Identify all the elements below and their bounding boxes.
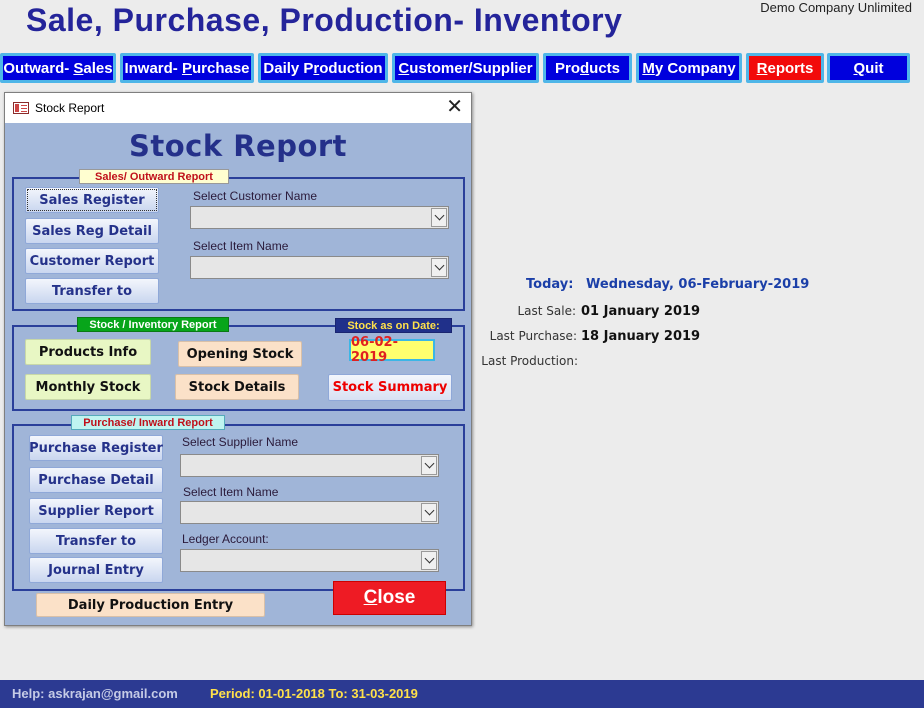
nav-label: My Company [642,59,736,77]
period-range: Period: 01-01-2018 To: 31-03-2019 [210,686,418,701]
purchase-transfer-to-button[interactable]: Transfer to [29,528,163,554]
customer-name-label: Select Customer Name [193,189,318,203]
nav-outward-sales-button[interactable]: Outward- Sales [0,53,116,83]
journal-entry-button[interactable]: Journal Entry [29,557,163,583]
nav-customer-supplier-button[interactable]: Customer/Supplier [392,53,539,83]
sales-reg-detail-button[interactable]: Sales Reg Detail [25,218,159,244]
ledger-account-select[interactable] [180,549,439,572]
sales-register-button[interactable]: Sales Register [25,187,159,213]
nav-label: Daily Production [263,59,383,77]
dialog-window-title: Stock Report [35,101,105,115]
purchase-register-button[interactable]: Purchase Register [29,435,163,461]
app-title: Sale, Purchase, Production- Inventory [26,2,623,38]
products-info-button[interactable]: Products Info [25,339,151,365]
today-value: Wednesday, 06-February-2019 [586,277,810,292]
nav-label: Reports [756,59,814,77]
sales-item-name-label: Select Item Name [193,239,289,253]
nav-label: Products [554,59,621,77]
chevron-down-icon[interactable] [421,503,437,522]
last-purchase-label: Last Purchase: [489,329,577,343]
nav-quit-button[interactable]: Quit [827,53,910,83]
chevron-down-icon[interactable] [421,551,437,570]
stock-date-field[interactable]: 06-02-2019 [349,335,435,365]
nav-label: Inward- Purchase [124,59,250,77]
monthly-stock-button[interactable]: Monthly Stock [25,374,151,400]
sales-section-label: Sales/ Outward Report [79,169,229,184]
close-button-label: Close [363,587,416,608]
supplier-name-label: Select Supplier Name [182,435,299,449]
stock-section-label: Stock / Inventory Report [77,317,229,332]
purchase-item-name-select[interactable] [180,501,439,524]
stock-report-dialog: Stock Report ✕ Stock Report Sales/ Outwa… [4,92,472,626]
nav-daily-production-button[interactable]: Daily Production [258,53,388,83]
chevron-down-icon[interactable] [431,208,447,227]
nav-inward-purchase-button[interactable]: Inward- Purchase [120,53,254,83]
report-heading: Stock Report [128,129,348,163]
company-name: Demo Company Unlimited [760,0,912,15]
last-sale-label: Last Sale: [517,304,576,318]
today-label: Today: [526,277,574,292]
nav-my-company-button[interactable]: My Company [636,53,742,83]
last-sale-value: 01 January 2019 [581,304,701,319]
status-bar: Help: askrajan@gmail.com Period: 01-01-2… [0,680,924,708]
nav-products-button[interactable]: Products [543,53,632,83]
stock-date-label: Stock as on Date: [335,318,452,333]
help-contact: Help: askrajan@gmail.com [12,686,178,701]
customer-report-button[interactable]: Customer Report [25,248,159,274]
supplier-name-select[interactable] [180,454,439,477]
nav-reports-button[interactable]: Reports [746,53,824,83]
stock-summary-button[interactable]: Stock Summary [328,374,452,401]
purchase-detail-button[interactable]: Purchase Detail [29,467,163,493]
close-icon[interactable]: ✕ [446,96,463,118]
last-production-label: Last Production: [481,354,578,368]
purchase-item-name-label: Select Item Name [183,485,279,499]
sales-item-name-select[interactable] [190,256,449,279]
chevron-down-icon[interactable] [431,258,447,277]
nav-label: Customer/Supplier [398,59,533,77]
close-button[interactable]: Close [333,581,446,615]
chevron-down-icon[interactable] [421,456,437,475]
ledger-account-label: Ledger Account: [182,532,269,546]
form-icon [13,102,29,114]
opening-stock-button[interactable]: Opening Stock [178,341,302,367]
daily-production-entry-button[interactable]: Daily Production Entry [36,593,265,617]
purchase-section-label: Purchase/ Inward Report [71,415,225,430]
customer-name-select[interactable] [190,206,449,229]
dialog-titlebar: Stock Report ✕ [5,93,471,123]
stock-details-button[interactable]: Stock Details [175,374,299,400]
nav-label: Outward- Sales [3,59,113,77]
sales-transfer-to-button[interactable]: Transfer to [25,278,159,304]
nav-label: Quit [853,59,884,77]
supplier-report-button[interactable]: Supplier Report [29,498,163,524]
last-purchase-value: 18 January 2019 [581,329,701,344]
